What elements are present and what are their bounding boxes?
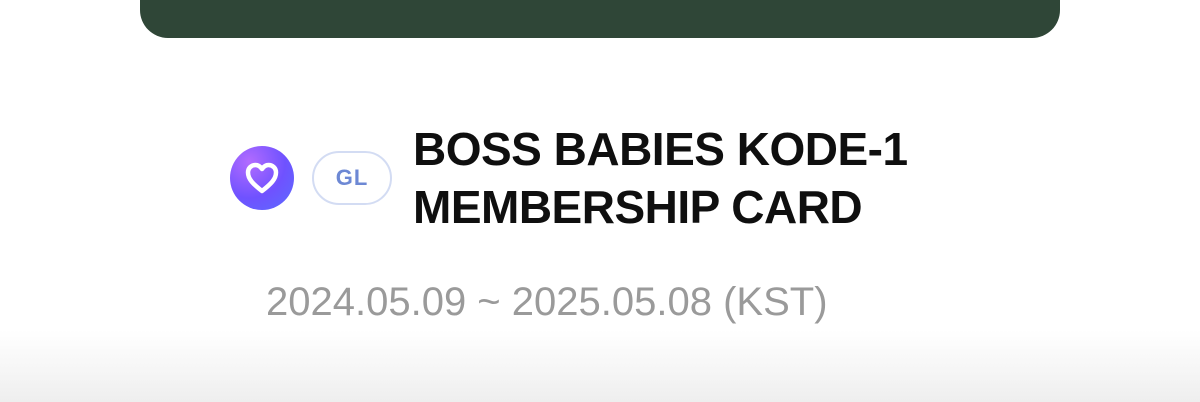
card-title-row: GL BOSS BABIES KODE-1 MEMBERSHIP CARD — [230, 120, 908, 236]
membership-card-page: GL BOSS BABIES KODE-1 MEMBERSHIP CARD 20… — [0, 0, 1200, 402]
grade-badge: GL — [312, 151, 392, 205]
card-title-line-2: MEMBERSHIP CARD — [413, 181, 863, 233]
membership-card-image[interactable] — [140, 0, 1060, 38]
card-title-line-1: BOSS BABIES KODE-1 — [413, 123, 908, 175]
heart-app-icon — [230, 146, 294, 210]
validity-period: 2024.05.09 ~ 2025.05.08 (KST) — [266, 280, 828, 324]
card-title: BOSS BABIES KODE-1 MEMBERSHIP CARD — [413, 120, 908, 236]
heart-icon — [245, 162, 279, 194]
